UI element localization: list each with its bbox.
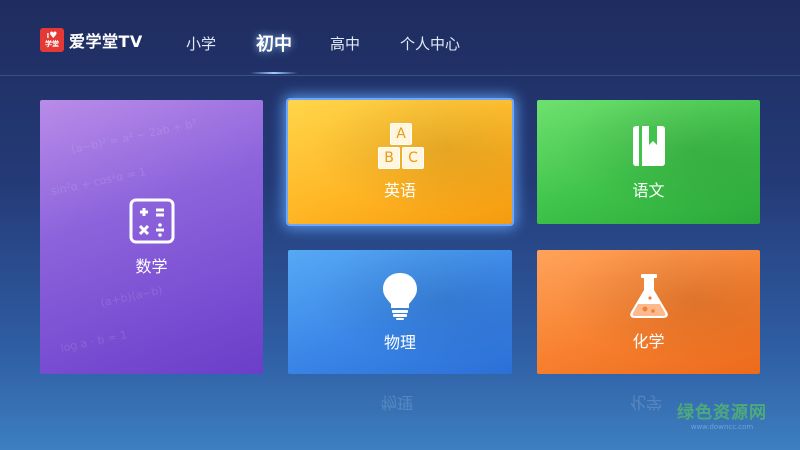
- watermark: 绿色资源网 www.downcc.com: [666, 398, 778, 431]
- tile-reflection: 物理: [381, 393, 414, 412]
- decorative-formula: (a−b)² = a² − 2ab + b²: [70, 116, 198, 157]
- subject-label-english: 英语: [383, 181, 416, 200]
- subject-tile-chinese[interactable]: 语文: [537, 100, 760, 224]
- decorative-formula: sin²α + cos²α = 1: [49, 165, 148, 198]
- letter-block: B: [378, 147, 400, 169]
- subject-label-physics: 物理: [383, 333, 416, 352]
- subject-tile-math[interactable]: (a−b)² = a² − 2ab + b² sin²α + cos²α = 1…: [40, 100, 263, 374]
- top-navigation-bar: I♥ 学堂 爱学堂TV 小学 初中 高中 个人中心: [0, 0, 800, 76]
- logo-badge: I♥ 学堂: [40, 28, 64, 52]
- app-logo: I♥ 学堂 爱学堂TV: [40, 28, 143, 52]
- watermark-url: www.downcc.com: [690, 423, 754, 431]
- book-icon: [629, 123, 669, 169]
- decorative-formula: (a+b)(a−b): [99, 283, 164, 310]
- subject-label-chinese: 语文: [632, 181, 665, 200]
- logo-badge-text: 学堂: [45, 40, 59, 48]
- abc-blocks-icon: A B C: [378, 123, 424, 169]
- tab-junior-high[interactable]: 初中: [256, 30, 292, 56]
- tab-senior-high[interactable]: 高中: [330, 33, 360, 54]
- subject-tile-english[interactable]: A B C 英语: [288, 100, 512, 224]
- watermark-text: 绿色资源网: [677, 403, 767, 423]
- letter-block: C: [402, 147, 424, 169]
- decorative-formula: log a · b = 1: [59, 328, 129, 355]
- tab-primary-school[interactable]: 小学: [186, 33, 216, 54]
- subject-label-chemistry: 化学: [632, 332, 665, 351]
- lightbulb-icon: [380, 271, 420, 321]
- tile-reflection: 化学: [630, 393, 663, 412]
- app-title: 爱学堂TV: [69, 32, 143, 51]
- subject-label-math: 数学: [135, 257, 168, 276]
- active-tab-indicator: [250, 72, 298, 74]
- flask-icon: [627, 272, 671, 320]
- header-divider: [0, 75, 800, 76]
- calculator-icon: [128, 197, 176, 245]
- letter-block: A: [390, 123, 412, 145]
- subject-tile-chemistry[interactable]: 化学: [537, 250, 760, 374]
- subject-tile-physics[interactable]: 物理: [288, 250, 512, 374]
- tab-personal-center[interactable]: 个人中心: [400, 33, 460, 54]
